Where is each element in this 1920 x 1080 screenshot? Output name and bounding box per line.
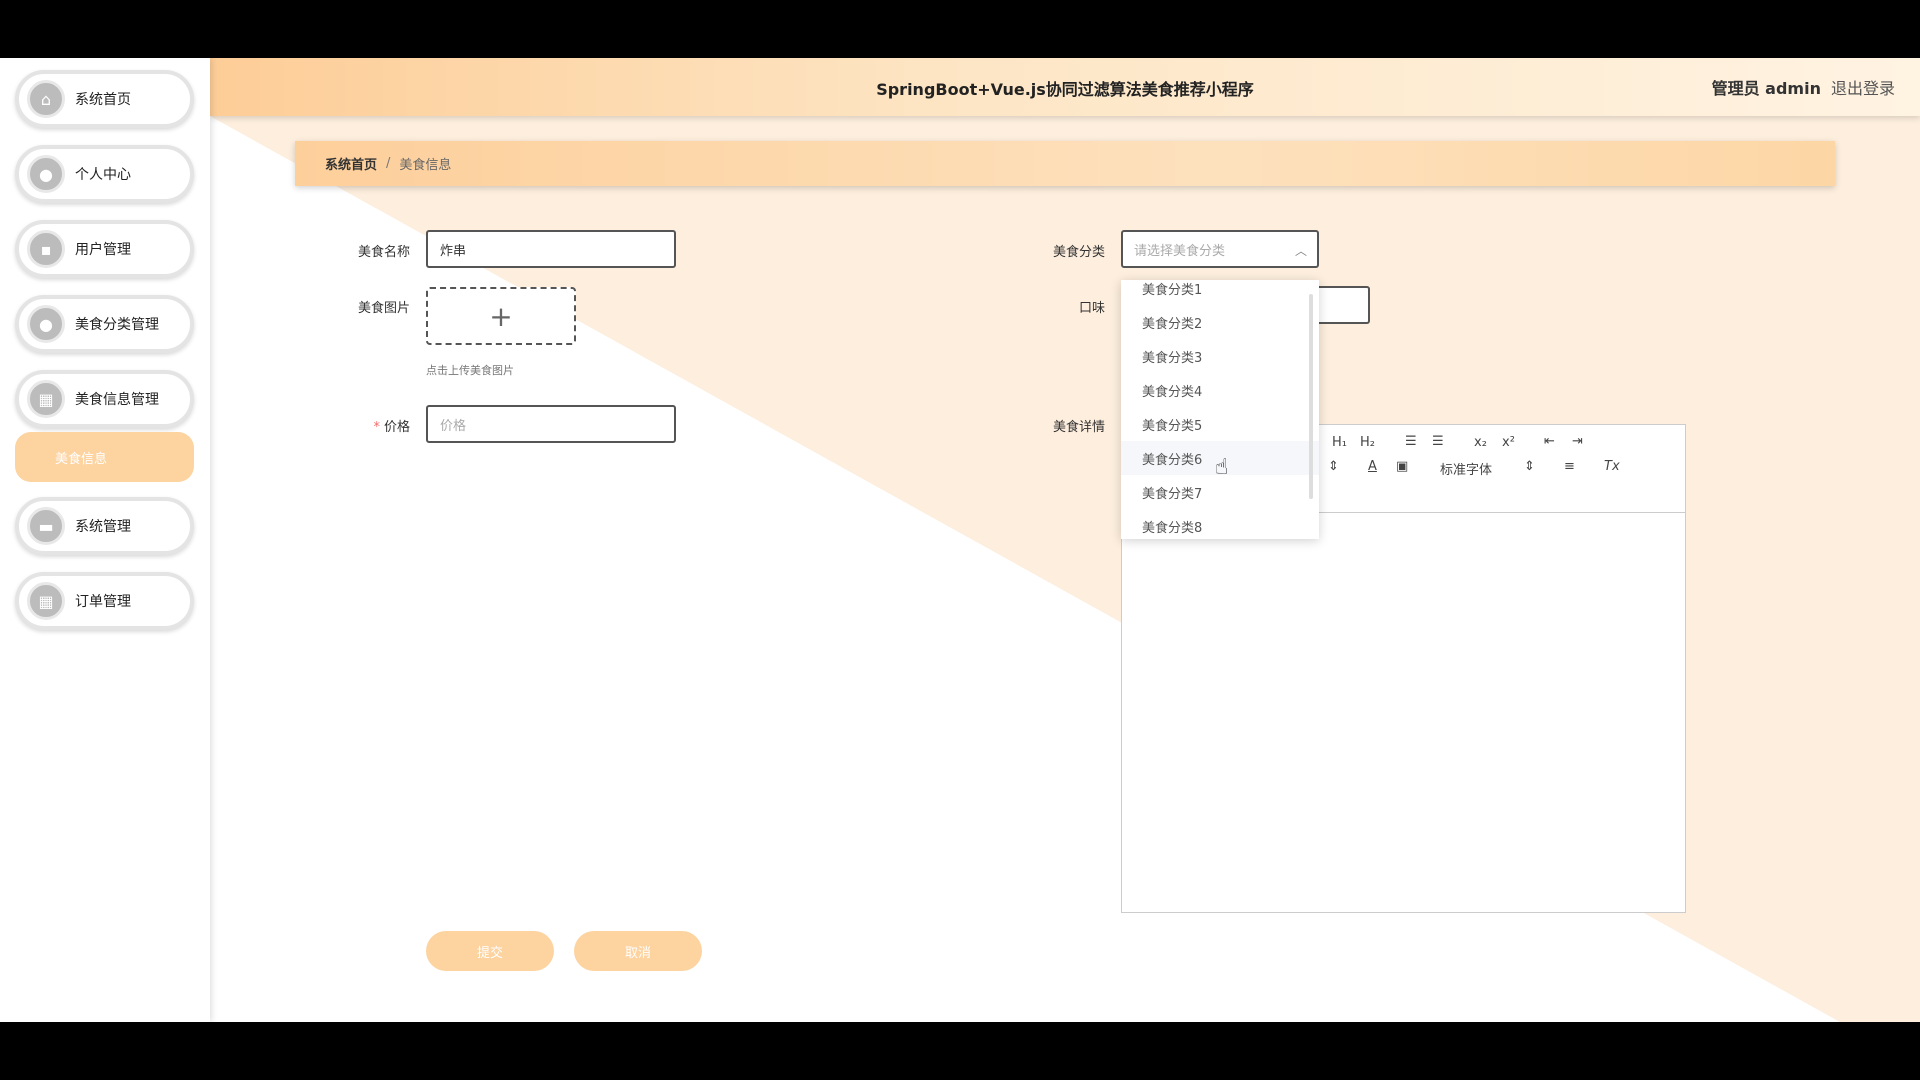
- grid-icon: ▦: [27, 582, 65, 620]
- sidebar-item-system[interactable]: ▬ 系统管理: [15, 497, 194, 555]
- cancel-button[interactable]: 取消: [574, 931, 702, 971]
- chevron-up-icon: ︿: [1294, 244, 1307, 258]
- subscript-button[interactable]: x₂: [1474, 435, 1487, 450]
- image-upload-button[interactable]: +: [426, 287, 576, 345]
- sidebar-item-label: 系统首页: [75, 92, 131, 108]
- food-category-label: 美食分类: [1052, 245, 1105, 260]
- chat-icon: ▪: [27, 230, 65, 268]
- sidebar-item-label: 美食分类管理: [75, 317, 159, 333]
- dropdown-option[interactable]: 美食分类3: [1121, 339, 1319, 373]
- sidebar-item-users[interactable]: ▪ 用户管理: [15, 220, 194, 278]
- sidebar-item-orders[interactable]: ▦ 订单管理: [15, 572, 194, 630]
- sidebar-item-food-info[interactable]: ▦ 美食信息管理: [15, 370, 194, 428]
- main-area: SpringBoot+Vue.js协同过滤算法美食推荐小程序 管理员 admin…: [210, 58, 1920, 1022]
- submit-button[interactable]: 提交: [426, 931, 554, 971]
- user-icon: ●: [27, 155, 65, 193]
- dropdown-option[interactable]: 美食分类5: [1121, 407, 1319, 441]
- letterbox-bottom: [0, 1022, 1920, 1080]
- top-header: SpringBoot+Vue.js协同过滤算法美食推荐小程序 管理员 admin…: [210, 58, 1920, 116]
- logout-link[interactable]: 退出登录: [1831, 75, 1895, 99]
- clear-format-button[interactable]: Tx: [1604, 459, 1620, 474]
- sidebar-subitem-food-info[interactable]: 美食信息: [15, 432, 194, 482]
- align-icon[interactable]: ≡: [1564, 459, 1575, 474]
- sidebar-item-profile[interactable]: ● 个人中心: [15, 145, 194, 203]
- letterbox-top: [0, 0, 1920, 58]
- food-category-select[interactable]: 请选择美食分类 ︿: [1121, 230, 1319, 268]
- taste-input[interactable]: [1310, 286, 1370, 324]
- category-dropdown: 美食分类1 美食分类2 美食分类3 美食分类4 美食分类5 美食分类6 美食分类…: [1121, 280, 1319, 539]
- sidebar-item-label: 用户管理: [75, 242, 131, 258]
- food-detail-label: 美食详情: [1052, 420, 1105, 435]
- select-placeholder: 请选择美食分类: [1134, 243, 1226, 259]
- required-mark: *: [373, 420, 380, 435]
- price-label-text: 价格: [383, 420, 410, 435]
- header-2-button[interactable]: H₂: [1360, 435, 1375, 450]
- size-toggle-icon[interactable]: ⇕: [1328, 459, 1339, 474]
- header-1-button[interactable]: H₁: [1332, 435, 1347, 450]
- dropdown-scrollbar[interactable]: [1309, 294, 1313, 499]
- sidebar-item-label: 系统管理: [75, 519, 131, 535]
- sidebar-item-home[interactable]: ⌂ 系统首页: [15, 70, 194, 128]
- superscript-button[interactable]: x²: [1502, 435, 1515, 450]
- indent-icon[interactable]: ⇥: [1572, 434, 1583, 449]
- dropdown-option[interactable]: 美食分类8: [1121, 509, 1319, 539]
- sidebar-item-label: 订单管理: [75, 594, 131, 610]
- bullet-list-icon[interactable]: ☰: [1432, 434, 1444, 449]
- sidebar: ⌂ 系统首页 ● 个人中心 ▪ 用户管理 ● 美食分类管理 ▦ 美食信息管理 美…: [0, 58, 210, 1022]
- user-role: 管理员 admin: [1711, 79, 1821, 98]
- breadcrumb-separator: /: [386, 156, 391, 171]
- app-title: SpringBoot+Vue.js协同过滤算法美食推荐小程序: [876, 80, 1254, 99]
- dropdown-option[interactable]: 美食分类4: [1121, 373, 1319, 407]
- sidebar-item-label: 美食信息管理: [75, 392, 159, 408]
- food-name-label: 美食名称: [357, 245, 410, 260]
- breadcrumb-current: 美食信息: [399, 158, 452, 173]
- sidebar-subitem-label: 美食信息: [55, 451, 108, 467]
- sidebar-item-food-category[interactable]: ● 美食分类管理: [15, 295, 194, 353]
- outdent-icon[interactable]: ⇤: [1544, 434, 1555, 449]
- font-family-select[interactable]: 标准字体: [1440, 459, 1492, 478]
- breadcrumb-home[interactable]: 系统首页: [325, 154, 377, 173]
- dropdown-option[interactable]: 美食分类7: [1121, 475, 1319, 509]
- sidebar-item-label: 个人中心: [75, 167, 131, 183]
- font-color-icon[interactable]: A: [1368, 459, 1377, 474]
- food-image-label: 美食图片: [357, 301, 410, 316]
- briefcase-icon: ▬: [27, 507, 65, 545]
- dropdown-option[interactable]: 美食分类2: [1121, 305, 1319, 339]
- breadcrumb: 系统首页 / 美食信息: [295, 141, 1835, 186]
- home-icon: ⌂: [27, 80, 65, 118]
- dropdown-option[interactable]: 美食分类1: [1121, 280, 1319, 305]
- user-icon: ●: [27, 305, 65, 343]
- font-toggle-icon[interactable]: ⇕: [1524, 459, 1535, 474]
- user-info: 管理员 admin 退出登录: [1712, 75, 1895, 99]
- ordered-list-icon[interactable]: ☰: [1405, 434, 1417, 449]
- food-name-input[interactable]: 炸串: [426, 230, 676, 268]
- background-color-icon[interactable]: ▣: [1396, 459, 1408, 474]
- price-input[interactable]: 价格: [426, 405, 676, 443]
- plus-icon: +: [489, 299, 513, 333]
- pointer-cursor-icon: ☝: [1215, 455, 1229, 480]
- taste-label: 口味: [1078, 301, 1105, 316]
- upload-hint: 点击上传美食图片: [426, 364, 514, 377]
- grid-icon: ▦: [27, 380, 65, 418]
- price-label: * 价格: [320, 416, 410, 435]
- app-screen: ⌂ 系统首页 ● 个人中心 ▪ 用户管理 ● 美食分类管理 ▦ 美食信息管理 美…: [0, 58, 1920, 1022]
